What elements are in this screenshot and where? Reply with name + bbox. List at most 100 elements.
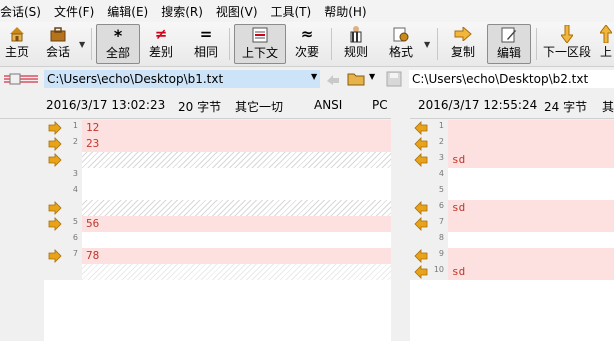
diff-row[interactable]: 5 bbox=[410, 184, 614, 200]
minor-button[interactable]: ≈ 次要 bbox=[290, 24, 324, 64]
copy-button[interactable]: 复制 bbox=[446, 24, 480, 64]
line-number: 10 bbox=[433, 265, 444, 274]
line-number: 2 bbox=[438, 137, 444, 146]
right-pane[interactable]: 1 2 3 sd 4 5 6 sd 7 8 9 10 sd bbox=[410, 120, 614, 341]
path-row: C:\Users\echo\Desktop\b1.txt ▼ ▼ C:\User… bbox=[0, 67, 614, 92]
diff-row[interactable]: 1 bbox=[410, 120, 614, 136]
line-number: 1 bbox=[72, 121, 78, 130]
menu-tools[interactable]: 工具(T) bbox=[271, 3, 318, 20]
line-text[interactable]: sd bbox=[448, 264, 614, 280]
line-text[interactable] bbox=[448, 184, 614, 200]
line-text[interactable]: sd bbox=[448, 200, 614, 216]
edit-button[interactable]: 编辑 bbox=[487, 24, 531, 64]
folder-dropdown-icon[interactable]: ▼ bbox=[369, 72, 375, 81]
rules-button[interactable]: 规则 bbox=[340, 24, 372, 64]
session-dropdown-icon[interactable]: ▼ bbox=[79, 40, 85, 49]
diff-row[interactable]: 5 56 bbox=[44, 216, 391, 232]
line-text[interactable]: 56 bbox=[82, 216, 391, 232]
line-text[interactable] bbox=[82, 200, 391, 216]
open-recent-icon[interactable] bbox=[325, 71, 341, 90]
line-text[interactable] bbox=[448, 168, 614, 184]
diff-row[interactable]: 4 bbox=[410, 168, 614, 184]
menu-help[interactable]: 帮助(H) bbox=[324, 3, 372, 20]
menu-bar: 会话(S) 文件(F) 编辑(E) 搜索(R) 视图(V) 工具(T) 帮助(H… bbox=[0, 0, 614, 22]
line-text[interactable] bbox=[448, 120, 614, 136]
line-text[interactable] bbox=[82, 184, 391, 200]
diff-row[interactable] bbox=[44, 200, 391, 216]
line-number: 3 bbox=[72, 169, 78, 178]
not-equal-icon: ≠ bbox=[154, 25, 168, 43]
context-button[interactable]: 上下文 bbox=[234, 24, 286, 64]
copy-label: 复制 bbox=[450, 45, 475, 59]
format-button[interactable]: 格式 bbox=[384, 24, 418, 64]
diff-row[interactable]: 3 sd bbox=[410, 152, 614, 168]
diff-row[interactable]: 6 sd bbox=[410, 200, 614, 216]
folder-open-icon[interactable] bbox=[347, 71, 365, 90]
diff-row[interactable] bbox=[44, 152, 391, 168]
save-icon[interactable] bbox=[386, 71, 402, 90]
prev-section-button[interactable]: 上 bbox=[598, 24, 614, 64]
diff-row[interactable] bbox=[44, 264, 391, 280]
same-label: 相同 bbox=[193, 45, 218, 59]
asterisk-icon: * bbox=[113, 25, 123, 45]
diff-row[interactable]: 6 bbox=[44, 232, 391, 248]
diff-row[interactable]: 8 bbox=[410, 232, 614, 248]
line-text[interactable] bbox=[448, 136, 614, 152]
line-text[interactable] bbox=[448, 248, 614, 264]
right-filter-select[interactable]: 其 bbox=[602, 98, 614, 115]
copy-arrow-icon bbox=[446, 24, 480, 44]
line-number: 7 bbox=[438, 217, 444, 226]
diff-row[interactable]: 7 bbox=[410, 216, 614, 232]
diff-row[interactable]: 2 bbox=[410, 136, 614, 152]
diff-row[interactable]: 10 sd bbox=[410, 264, 614, 280]
home-button[interactable]: 主页 bbox=[2, 24, 32, 64]
collapse-icon[interactable] bbox=[4, 72, 38, 89]
left-encoding-select[interactable]: ANSI bbox=[314, 98, 342, 112]
line-number: 3 bbox=[438, 153, 444, 162]
left-path-dropdown-icon[interactable]: ▼ bbox=[311, 72, 317, 81]
line-number: 4 bbox=[438, 169, 444, 178]
menu-file[interactable]: 文件(F) bbox=[54, 3, 100, 20]
menu-view[interactable]: 视图(V) bbox=[216, 3, 264, 20]
line-text[interactable] bbox=[82, 168, 391, 184]
left-pane[interactable]: 1 12 2 23 3 4 5 56 6 7 78 bbox=[44, 120, 391, 341]
line-number: 5 bbox=[72, 217, 78, 226]
context-label: 上下文 bbox=[241, 46, 278, 60]
line-number: 2 bbox=[72, 137, 78, 146]
same-button[interactable]: = 相同 bbox=[190, 24, 222, 64]
line-text[interactable] bbox=[82, 264, 391, 280]
line-number: 7 bbox=[72, 249, 78, 258]
left-line-ending-select[interactable]: PC bbox=[372, 98, 388, 112]
line-text[interactable] bbox=[82, 232, 391, 248]
line-text[interactable]: 23 bbox=[82, 136, 391, 152]
line-text[interactable] bbox=[448, 232, 614, 248]
next-section-button[interactable]: 下一区段 bbox=[540, 24, 594, 64]
left-datetime: 2016/3/17 13:02:23 bbox=[46, 98, 166, 112]
left-path-input[interactable]: C:\Users\echo\Desktop\b1.txt bbox=[44, 70, 320, 88]
menu-search[interactable]: 搜索(R) bbox=[161, 3, 209, 20]
diff-row[interactable]: 2 23 bbox=[44, 136, 391, 152]
diff-row[interactable]: 9 bbox=[410, 248, 614, 264]
all-button[interactable]: * 全部 bbox=[96, 24, 140, 64]
line-text[interactable] bbox=[82, 152, 391, 168]
menu-session[interactable]: 会话(S) bbox=[0, 3, 47, 20]
right-path-input[interactable]: C:\Users\echo\Desktop\b2.txt bbox=[409, 70, 614, 88]
line-text[interactable]: 12 bbox=[82, 120, 391, 136]
diff-row[interactable]: 1 12 bbox=[44, 120, 391, 136]
line-text[interactable]: 78 bbox=[82, 248, 391, 264]
diff-row[interactable]: 4 bbox=[44, 184, 391, 200]
diff-row[interactable]: 7 78 bbox=[44, 248, 391, 264]
diff-button[interactable]: ≠ 差别 bbox=[145, 24, 177, 64]
diff-row[interactable]: 3 bbox=[44, 168, 391, 184]
format-dropdown-icon[interactable]: ▼ bbox=[424, 40, 430, 49]
session-button[interactable]: 会话 bbox=[40, 24, 76, 64]
toolbar: 主页 会话 ▼ * 全部 ≠ 差别 = 相同 上下文 ≈ 次要 规则 格式 ▼ … bbox=[0, 22, 614, 67]
pane-divider[interactable] bbox=[391, 118, 410, 341]
briefcase-icon bbox=[40, 24, 76, 44]
menu-edit[interactable]: 编辑(E) bbox=[107, 3, 154, 20]
left-filter-select[interactable]: 其它一切 bbox=[235, 98, 283, 115]
line-number: 4 bbox=[72, 185, 78, 194]
line-text[interactable] bbox=[448, 216, 614, 232]
right-size: 24 字节 bbox=[544, 100, 588, 114]
line-text[interactable]: sd bbox=[448, 152, 614, 168]
